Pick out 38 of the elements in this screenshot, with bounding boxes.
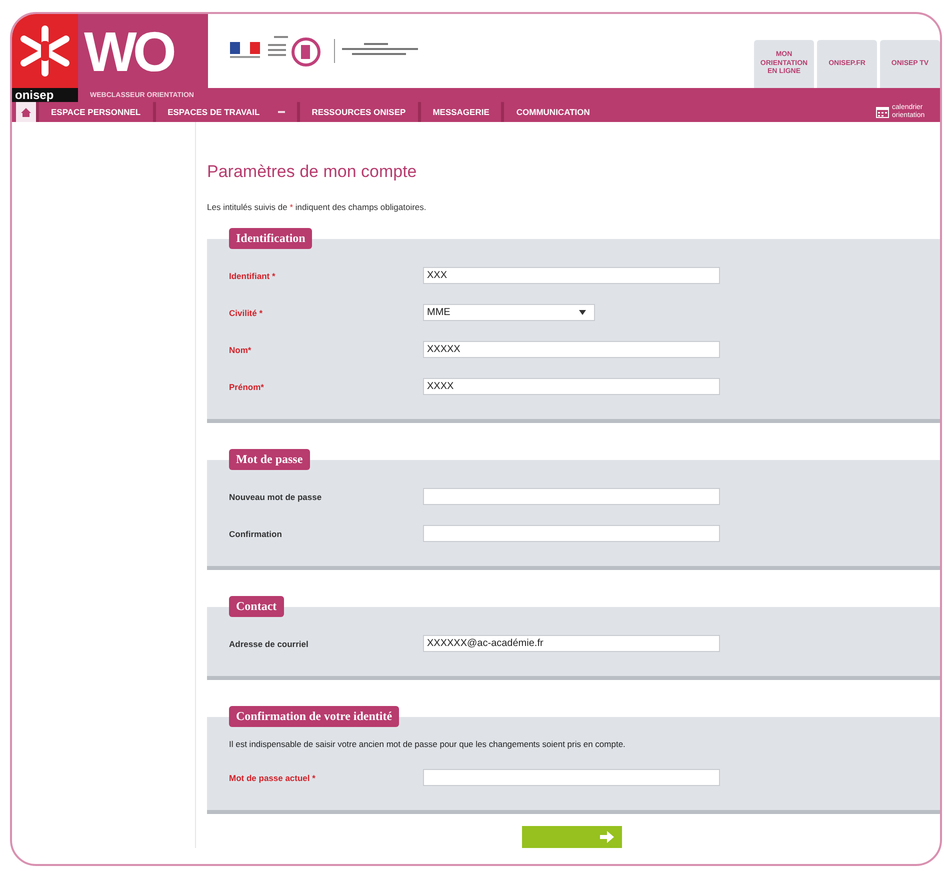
nav-menu-item[interactable]: MESSAGERIE — [418, 102, 502, 122]
home-button[interactable] — [16, 102, 36, 122]
field-label: Identifiant * — [228, 270, 276, 280]
input-field[interactable]: XXXXXX@ac-académie.fr — [423, 635, 720, 652]
field-label: Civilité * — [228, 308, 264, 318]
home-icon — [21, 108, 31, 116]
field-label: Nouveau mot de passe — [228, 492, 323, 502]
field-label: Confirmation — [228, 528, 283, 538]
asterisk-logo-icon — [19, 25, 71, 77]
input-field[interactable] — [423, 769, 720, 786]
input-field[interactable]: XXXXX — [423, 341, 720, 358]
nav-menu-item[interactable]: ESPACES DE TRAVAIL — [152, 102, 297, 122]
dropdown-arrow-icon — [579, 310, 586, 315]
nav-menu-item[interactable]: ESPACE PERSONNEL — [36, 102, 153, 122]
calendar-icon — [876, 106, 889, 118]
arrow-icon — [600, 831, 614, 843]
field-label: Prénom* — [228, 382, 265, 392]
input-field[interactable] — [423, 525, 720, 542]
select-field[interactable]: MME — [423, 304, 595, 321]
brand-label: onisep — [12, 88, 78, 102]
field-label: Adresse de courriel — [228, 638, 310, 648]
section-legend: Confirmation de votre identité — [229, 706, 400, 727]
nav-menu-item[interactable]: RESSOURCES ONISEP — [296, 102, 418, 122]
section-legend: Contact — [229, 596, 284, 617]
logo-mark: WO — [78, 14, 208, 88]
page-title: Paramètres de mon compte — [207, 162, 418, 182]
required-fields-note: Les intitulés suivis de * indiquent des champs obligatoires. — [207, 202, 428, 212]
field-label: Nom* — [228, 344, 252, 354]
section-legend: Identification — [229, 228, 312, 249]
flag-icon — [230, 42, 260, 60]
section-legend: Mot de passe — [229, 449, 310, 470]
input-field[interactable]: XXX — [423, 267, 720, 284]
info-text: Il est indispensable de saisir votre ancien mot de passe pour que les changements soient pris en compte. — [229, 739, 626, 749]
input-field[interactable] — [423, 488, 720, 505]
nav-menu-item[interactable]: COMMUNICATION — [501, 102, 602, 122]
input-field[interactable]: XXXX — [423, 378, 720, 395]
submit-button[interactable] — [522, 826, 622, 848]
field-label: Mot de passe actuel * — [228, 772, 316, 782]
